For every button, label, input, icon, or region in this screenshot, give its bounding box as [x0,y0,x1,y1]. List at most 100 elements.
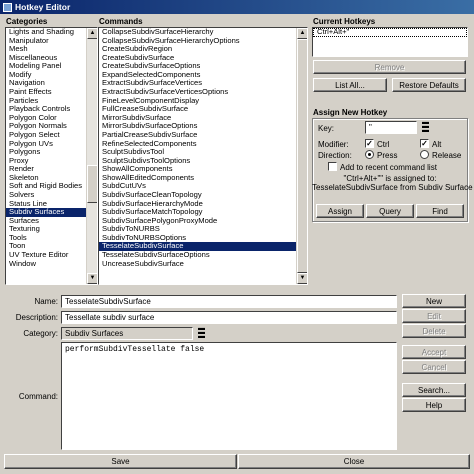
scroll-up-icon[interactable]: ▲ [297,28,307,39]
categories-scrollbar[interactable]: ▲ ▼ [86,28,97,284]
release-label: Release [432,151,462,160]
command-list-item[interactable]: CreateSubdivSurfaceOptions [99,62,296,71]
close-button[interactable]: Close [238,454,470,469]
category-list-item[interactable]: Proxy [6,157,86,166]
category-list-item[interactable]: Lights and Shading [6,28,86,37]
recent-command-checkbox[interactable] [328,162,337,171]
command-list-item[interactable]: TesselateSubdivSurfaceOptions [99,251,296,260]
category-list-item[interactable]: UV Texture Editor [6,251,86,260]
category-list-item[interactable]: Texturing [6,225,86,234]
restore-defaults-button[interactable]: Restore Defaults [392,78,466,92]
cancel-button[interactable]: Cancel [402,360,466,374]
category-list-item[interactable]: Polygon Select [6,131,86,140]
remove-button[interactable]: Remove [313,60,466,74]
commands-header: Commands [99,17,143,26]
category-list-item[interactable]: Polygons [6,148,86,157]
name-field[interactable]: TesselateSubdivSurface [61,295,397,308]
key-field[interactable]: " [365,121,417,134]
category-list-item[interactable]: Tools [6,234,86,243]
command-list-item[interactable]: MirrorSubdivSurfaceOptions [99,122,296,131]
commands-scrollbar[interactable]: ▲ ▼ [296,28,307,284]
ctrl-checkbox[interactable]: ✓ [365,139,374,148]
category-list-item[interactable]: Toon [6,242,86,251]
query-button[interactable]: Query [366,204,414,218]
category-list-item[interactable]: Navigation [6,79,86,88]
command-list-item[interactable]: FineLevelComponentDisplay [99,97,296,106]
command-list-item[interactable]: SubdivSurfaceMatchTopology [99,208,296,217]
category-list-item[interactable]: Render [6,165,86,174]
scroll-down-icon[interactable]: ▼ [297,273,307,284]
hotkey-list-item[interactable]: Ctrl+Alt+" [313,28,467,37]
command-list-item[interactable]: CollapseSubdivSurfaceHierarchy [99,28,296,37]
release-radio[interactable] [420,150,429,159]
category-list-item[interactable]: Polygon Normals [6,122,86,131]
command-list-item[interactable]: SubdivToNURBSOptions [99,234,296,243]
command-list-item[interactable]: SubdivSurfaceCleanTopology [99,191,296,200]
category-list-item[interactable]: Surfaces [6,217,86,226]
command-list-item[interactable]: SubdCutUVs [99,182,296,191]
category-list-item[interactable]: Polygon Color [6,114,86,123]
command-list-item[interactable]: ShowAllComponents [99,165,296,174]
command-list-item[interactable]: SculptSubdivsTool [99,148,296,157]
description-field[interactable]: Tessellate subdiv surface [61,311,397,324]
command-textarea[interactable]: performSubdivTessellate false [61,342,397,450]
category-list-item[interactable]: Subdiv Surfaces [6,208,86,217]
category-list-item[interactable]: Modify [6,71,86,80]
list-all-button[interactable]: List All... [313,78,387,92]
command-list-item[interactable]: CreateSubdivRegion [99,45,296,54]
scroll-thumb[interactable] [87,165,97,203]
category-list-item[interactable]: Miscellaneous [6,54,86,63]
search-button[interactable]: Search... [402,383,466,397]
command-list-item[interactable]: UncreaseSubdivSurface [99,260,296,269]
category-field[interactable]: Subdiv Surfaces [61,327,193,340]
scroll-up-icon[interactable]: ▲ [87,28,97,39]
command-list-item[interactable]: SculptSubdivsToolOptions [99,157,296,166]
command-list-item[interactable]: CollapseSubdivSurfaceHierarchyOptions [99,37,296,46]
help-button[interactable]: Help [402,398,466,412]
accept-button[interactable]: Accept [402,345,466,359]
edit-button[interactable]: Edit [402,309,466,323]
assign-button[interactable]: Assign [316,204,364,218]
category-list-item[interactable]: Skeleton [6,174,86,183]
scroll-down-icon[interactable]: ▼ [87,273,97,284]
category-list-item[interactable]: Paint Effects [6,88,86,97]
command-list-item[interactable]: SubdivToNURBS [99,225,296,234]
command-list-item[interactable]: MirrorSubdivSurface [99,114,296,123]
command-list-item[interactable]: ExpandSelectedComponents [99,71,296,80]
command-list-item[interactable]: ShowAllEditedComponents [99,174,296,183]
delete-button[interactable]: Delete [402,324,466,338]
key-stepper-icon[interactable]: ▬ ▬ ▬ [421,119,430,134]
current-hotkeys-list[interactable]: Ctrl+Alt+" [312,27,468,57]
category-list-item[interactable]: Status Line [6,200,86,209]
category-list-item[interactable]: Modeling Panel [6,62,86,71]
category-list-item[interactable]: Polygon UVs [6,140,86,149]
category-list-item[interactable]: Window [6,260,86,269]
category-list-item[interactable]: Solvers [6,191,86,200]
window-title: Hotkey Editor [15,2,71,12]
command-list-item[interactable]: ExtractSubdivSurfaceVerticesOptions [99,88,296,97]
commands-list[interactable]: CollapseSubdivSurfaceHierarchy CollapseSu… [98,27,308,285]
ctrl-label: Ctrl [377,140,390,149]
category-stepper-icon[interactable]: ▬ ▬ ▬ [197,325,206,340]
find-button[interactable]: Find [416,204,464,218]
command-list-item[interactable]: SubdivSurfaceHierarchyMode [99,200,296,209]
alt-checkbox[interactable]: ✓ [420,139,429,148]
command-list-item[interactable]: TesselateSubdivSurface [99,242,296,252]
command-list-item[interactable]: ExtractSubdivSurfaceVertices [99,79,296,88]
category-list-item[interactable]: Mesh [6,45,86,54]
command-list-item[interactable]: FullCreaseSubdivSurface [99,105,296,114]
new-button[interactable]: New [402,294,466,308]
window-titlebar[interactable]: Hotkey Editor [0,0,474,14]
command-list-item[interactable]: CreateSubdivSurface [99,54,296,63]
command-list-item[interactable]: RefineSelectedComponents [99,140,296,149]
command-list-item[interactable]: SubdivSurfacePolygonProxyMode [99,217,296,226]
categories-list[interactable]: Lights and Shading Manipulator Mesh Miscell… [5,27,98,285]
category-list-item[interactable]: Manipulator [6,37,86,46]
category-list-item[interactable]: Playback Controls [6,105,86,114]
category-list-item[interactable]: Soft and Rigid Bodies [6,182,86,191]
press-radio[interactable] [365,150,374,159]
save-button[interactable]: Save [4,454,237,469]
scroll-thumb[interactable] [297,39,307,273]
category-list-item[interactable]: Particles [6,97,86,106]
command-list-item[interactable]: PartialCreaseSubdivSurface [99,131,296,140]
